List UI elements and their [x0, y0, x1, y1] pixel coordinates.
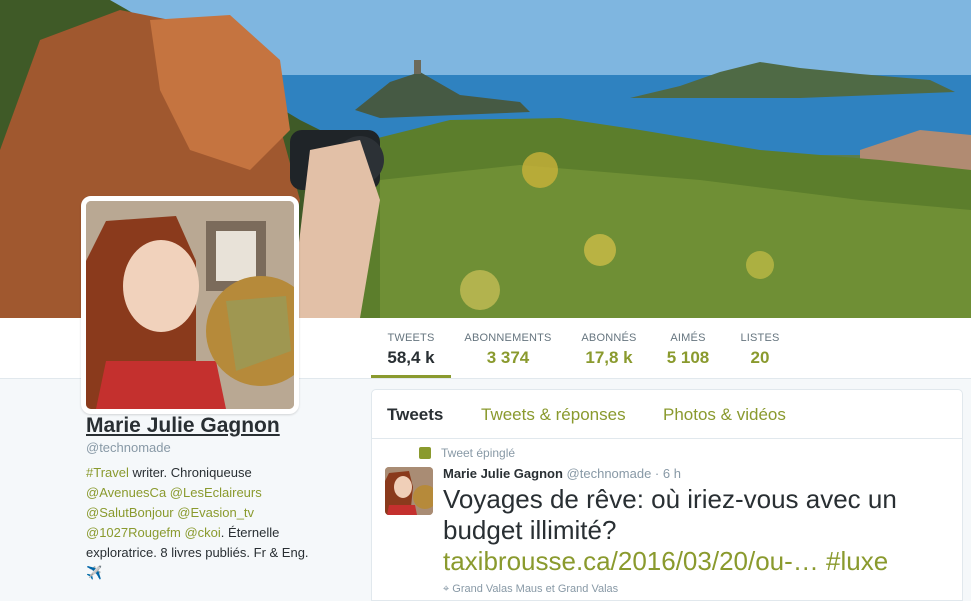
profile-name[interactable]: Marie Julie Gagnon	[86, 414, 346, 438]
stat-label: ABONNÉS	[581, 332, 637, 344]
pinned-label: Tweet épinglé	[441, 446, 516, 460]
stat-label: LISTES	[740, 332, 780, 344]
bio-text: . Éternelle	[220, 525, 280, 540]
tweet-location[interactable]: ⌖ Grand Valas Maus et Grand Valas	[443, 583, 618, 596]
profile-handle[interactable]: @technomade	[86, 440, 346, 455]
bio-text: writer. Chroniqueuse	[128, 465, 252, 480]
profile-bio: #Travel writer. Chroniqueuse @AvenuesCa …	[86, 463, 346, 583]
tweet-avatar[interactable]	[385, 467, 433, 515]
stat-value: 5 108	[666, 348, 710, 367]
bio-mentions-link[interactable]: @1027Rougefm @ckoi	[86, 525, 221, 540]
avatar-photo	[86, 201, 294, 409]
tweet-timestamp[interactable]: · 6 h	[651, 466, 681, 481]
stat-value: 3 374	[486, 348, 530, 367]
stat-likes[interactable]: AIMÉS 5 108	[658, 318, 718, 378]
stat-value: 58,4 k	[387, 348, 435, 367]
stat-label: ABONNEMENTS	[464, 332, 552, 344]
stat-label: TWEETS	[387, 332, 435, 344]
tweet-header: Marie Julie Gagnon @technomade · 6 h	[443, 466, 681, 481]
tweet-link[interactable]: taxibrousse.ca/2016/03/20/ou-…	[443, 546, 819, 576]
tweet-author-name[interactable]: Marie Julie Gagnon	[443, 466, 563, 481]
tweet-author-handle[interactable]: @technomade	[567, 466, 652, 481]
tab-tweets[interactable]: Tweets	[387, 405, 443, 425]
tab-tweets-replies[interactable]: Tweets & réponses	[481, 405, 626, 425]
stat-lists[interactable]: LISTES 20	[735, 318, 785, 378]
stat-following[interactable]: ABONNEMENTS 3 374	[460, 318, 556, 378]
tab-photos-videos[interactable]: Photos & vidéos	[663, 405, 786, 425]
airplane-icon: ✈️	[86, 565, 103, 580]
tweet-body: Voyages de rêve: où iriez-vous avec un b…	[443, 484, 897, 545]
location-pin-icon: ⌖	[443, 583, 450, 595]
stat-label: AIMÉS	[670, 332, 706, 344]
tweet-avatar-photo	[385, 467, 433, 515]
timeline-tabs: Tweets Tweets & réponses Photos & vidéos	[372, 390, 962, 439]
bio-text: exploratrice. 8 livres publiés. Fr & Eng…	[86, 545, 309, 560]
stat-value: 17,8 k	[585, 348, 633, 367]
bio-mentions-link[interactable]: @SalutBonjour @Evasion_tv	[86, 505, 254, 520]
tweet-location-text: Grand Valas Maus et Grand Valas	[452, 583, 619, 595]
tweet-text: Voyages de rêve: où iriez-vous avec un b…	[443, 484, 953, 577]
stat-followers[interactable]: ABONNÉS 17,8 k	[572, 318, 646, 378]
stat-tweets[interactable]: TWEETS 58,4 k	[371, 318, 451, 378]
tweet-hashtag-link[interactable]: #luxe	[826, 546, 888, 576]
bio-mentions-link[interactable]: @AvenuesCa @LesEclaireurs	[86, 485, 262, 500]
bio-hashtag-link[interactable]: #Travel	[86, 465, 129, 480]
stat-value: 20	[750, 348, 770, 367]
profile-card: Marie Julie Gagnon @technomade #Travel w…	[86, 414, 346, 583]
timeline-panel: Tweets Tweets & réponses Photos & vidéos…	[371, 389, 963, 601]
pin-icon	[419, 447, 431, 459]
profile-avatar[interactable]	[81, 196, 299, 414]
